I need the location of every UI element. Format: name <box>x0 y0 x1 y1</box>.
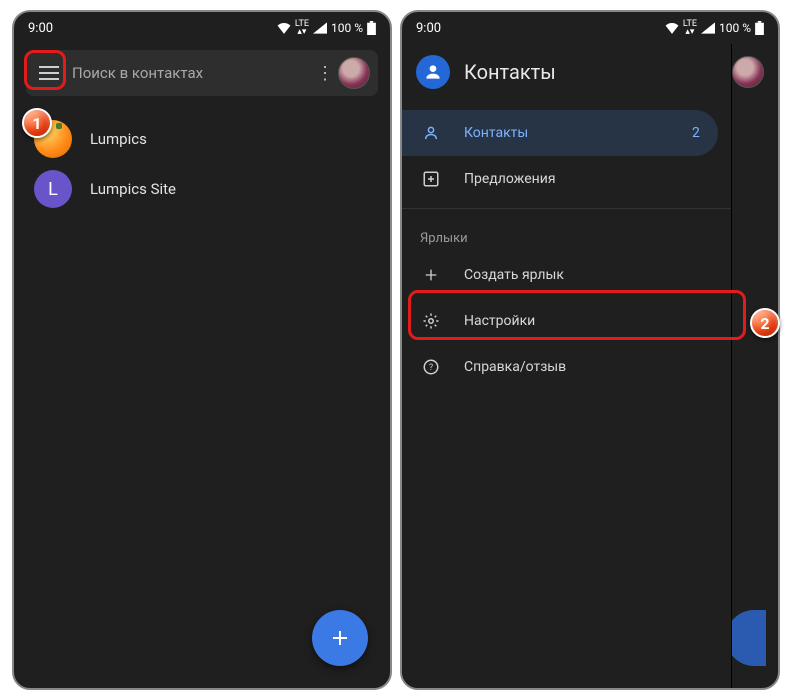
phone-left: 9:00 LTE▴▾ 100 % Поиск в контактах ⋮ Lum… <box>12 10 392 690</box>
add-contact-fab[interactable] <box>312 610 368 666</box>
phone-right: 9:00 LTE▴▾ 100 % Контакты <box>400 10 780 690</box>
search-input[interactable]: Поиск в контактах <box>64 64 312 82</box>
drawer-header: Контакты <box>402 44 731 100</box>
signal-icon <box>701 22 715 34</box>
callout-badge-1: 1 <box>22 108 52 138</box>
battery-text: 100 % <box>331 21 363 35</box>
contacts-app-icon <box>416 55 450 89</box>
status-time: 9:00 <box>28 21 53 36</box>
account-avatar[interactable] <box>338 57 370 89</box>
svg-text:?: ? <box>429 363 433 373</box>
account-avatar[interactable] <box>732 56 764 88</box>
contacts-count: 2 <box>692 125 700 141</box>
more-options-button[interactable]: ⋮ <box>312 63 338 84</box>
contact-name: Lumpics Site <box>90 180 176 198</box>
drawer-item-help[interactable]: ? Справка/отзыв <box>402 344 731 390</box>
callout-badge-2: 2 <box>750 308 780 338</box>
contact-row[interactable]: Lumpics <box>34 114 380 164</box>
network-lte-icon: LTE▴▾ <box>295 20 309 36</box>
person-icon <box>420 124 442 142</box>
status-bar: 9:00 LTE▴▾ 100 % <box>14 12 390 44</box>
gear-icon <box>420 312 442 330</box>
drawer-item-label: Справка/отзыв <box>464 359 566 375</box>
help-icon: ? <box>420 358 442 376</box>
add-contact-fab[interactable] <box>726 610 766 666</box>
status-time: 9:00 <box>416 21 441 36</box>
drawer-item-contacts[interactable]: Контакты 2 <box>402 110 718 156</box>
wifi-icon <box>277 22 291 34</box>
network-lte-icon: LTE▴▾ <box>683 20 697 36</box>
drawer-section-labels: Ярлыки <box>402 215 731 252</box>
battery-icon <box>755 21 764 35</box>
status-bar: 9:00 LTE▴▾ 100 % <box>402 12 778 44</box>
navigation-drawer: Контакты Контакты 2 Предложения Ярлыки С… <box>402 44 732 688</box>
battery-icon <box>367 21 376 35</box>
wifi-icon <box>665 22 679 34</box>
drawer-item-label: Предложения <box>464 171 556 187</box>
drawer-item-label: Настройки <box>464 313 535 329</box>
status-icons: LTE▴▾ 100 % <box>665 20 764 36</box>
drawer-item-create-label[interactable]: Создать ярлык <box>402 252 731 298</box>
drawer-title: Контакты <box>464 60 556 84</box>
drawer-item-suggestions[interactable]: Предложения <box>402 156 731 202</box>
drawer-item-label: Создать ярлык <box>464 267 564 283</box>
battery-text: 100 % <box>719 21 751 35</box>
drawer-item-settings[interactable]: Настройки <box>402 298 731 344</box>
contact-row[interactable]: L Lumpics Site <box>34 164 380 214</box>
search-bar: Поиск в контактах ⋮ <box>26 50 378 96</box>
contacts-list: Lumpics L Lumpics Site <box>14 102 390 214</box>
hamburger-menu-button[interactable] <box>34 58 64 88</box>
divider <box>402 208 731 209</box>
suggestions-icon <box>420 170 442 188</box>
contact-name: Lumpics <box>90 130 147 148</box>
contact-avatar-icon: L <box>34 170 72 208</box>
drawer-item-label: Контакты <box>464 125 528 141</box>
signal-icon <box>313 22 327 34</box>
plus-icon <box>420 267 442 283</box>
status-icons: LTE▴▾ 100 % <box>277 20 376 36</box>
